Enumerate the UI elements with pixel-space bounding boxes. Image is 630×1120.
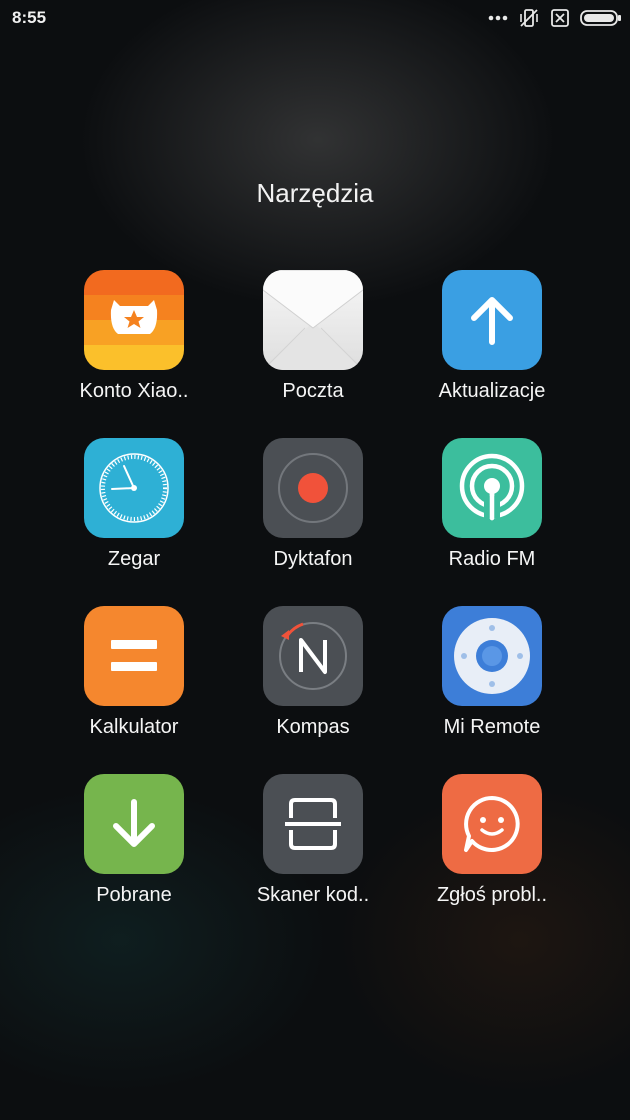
app-label: Konto Xiao.. xyxy=(79,380,189,402)
scanner-icon xyxy=(263,774,363,874)
equals-icon xyxy=(84,606,184,706)
app-label: Kompas xyxy=(276,716,350,738)
app-zegar[interactable]: Zegar xyxy=(44,438,224,588)
app-kompas[interactable]: Kompas xyxy=(223,606,403,756)
app-label: Poczta xyxy=(282,380,344,402)
app-label: Kalkulator xyxy=(89,716,179,738)
app-kalkulator[interactable]: Kalkulator xyxy=(44,606,224,756)
app-poczta[interactable]: Poczta xyxy=(223,270,403,420)
radio-antenna-icon xyxy=(442,438,542,538)
compass-icon xyxy=(263,606,363,706)
arrow-down-icon xyxy=(84,774,184,874)
arrow-up-icon xyxy=(442,270,542,370)
app-zglos-problem[interactable]: Zgłoś probl.. xyxy=(402,774,582,924)
app-label: Radio FM xyxy=(448,548,536,570)
app-skaner-kodow[interactable]: Skaner kod.. xyxy=(223,774,403,924)
mail-envelope-icon xyxy=(263,270,363,370)
app-label: Zgłoś probl.. xyxy=(436,884,548,906)
app-dyktafon[interactable]: Dyktafon xyxy=(223,438,403,588)
record-icon xyxy=(263,438,363,538)
app-label: Zegar xyxy=(107,548,161,570)
app-label: Dyktafon xyxy=(273,548,353,570)
clock-icon xyxy=(84,438,184,538)
feedback-smile-icon xyxy=(442,774,542,874)
app-label: Aktualizacje xyxy=(438,380,546,402)
app-label: Pobrane xyxy=(96,884,172,906)
app-label: Skaner kod.. xyxy=(256,884,370,906)
app-konto-xiaomi[interactable]: Konto Xiao.. xyxy=(44,270,224,420)
app-grid: Konto Xiao.. Poczta Aktualizacje Zegar D… xyxy=(0,0,630,1120)
mi-account-icon xyxy=(84,270,184,370)
app-mi-remote[interactable]: Mi Remote xyxy=(402,606,582,756)
app-aktualizacje[interactable]: Aktualizacje xyxy=(402,270,582,420)
app-pobrane[interactable]: Pobrane xyxy=(44,774,224,924)
app-radio-fm[interactable]: Radio FM xyxy=(402,438,582,588)
app-label: Mi Remote xyxy=(443,716,541,738)
remote-dpad-icon xyxy=(442,606,542,706)
